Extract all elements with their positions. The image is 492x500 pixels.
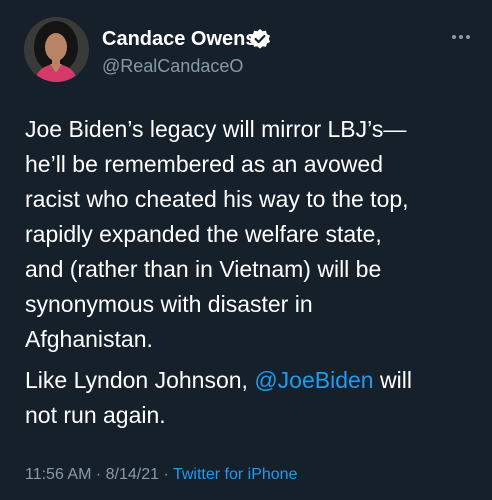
avatar[interactable] <box>24 17 89 82</box>
tweet-text-line: Joe Biden’s legacy will mirror LBJ’s— <box>25 116 407 142</box>
tweet-text-segment: Like Lyndon Johnson, <box>25 367 255 393</box>
tweet-text-line: not run again. <box>25 402 166 428</box>
tweet-text-line: synonymous with disaster in <box>25 291 313 317</box>
more-dot <box>452 35 456 39</box>
tweet-text-line: racist who cheated his way to the top, <box>25 186 409 212</box>
meta-separator: · <box>159 466 173 483</box>
tweet-date[interactable]: 8/14/21 <box>106 466 159 483</box>
tweet-text-paragraph-1: Joe Biden’s legacy will mirror LBJ’s— he… <box>25 112 480 357</box>
tweet-text-line: Like Lyndon Johnson, @JoeBiden will <box>25 363 480 398</box>
user-handle[interactable]: @RealCandaceO <box>102 56 243 77</box>
tweet-text-paragraph-2: Like Lyndon Johnson, @JoeBiden will not … <box>25 363 480 433</box>
meta-separator: · <box>91 466 106 483</box>
tweet-source-link[interactable]: Twitter for iPhone <box>173 466 298 483</box>
tweet-text-line: he’ll be remembered as an avowed <box>25 151 383 177</box>
tweet-text-segment: will <box>373 367 412 393</box>
more-dot <box>466 35 470 39</box>
tweet-card: Candace Owens @RealCandaceO Joe Biden’s … <box>0 0 492 500</box>
mention-link[interactable]: @JoeBiden <box>254 367 373 393</box>
tweet-text-line: and (rather than in Vietnam) will be <box>25 256 382 282</box>
tweet-time[interactable]: 11:56 AM <box>25 466 91 483</box>
verified-badge-icon <box>249 28 271 50</box>
display-name[interactable]: Candace Owens <box>102 28 257 51</box>
more-dot <box>459 35 463 39</box>
tweet-metadata: 11:56 AM · 8/14/21 · Twitter for iPhone <box>25 466 297 484</box>
more-options-icon[interactable] <box>446 30 476 44</box>
tweet-text-line: Afghanistan. <box>25 326 153 352</box>
tweet-text-line: rapidly expanded the welfare state, <box>25 221 382 247</box>
